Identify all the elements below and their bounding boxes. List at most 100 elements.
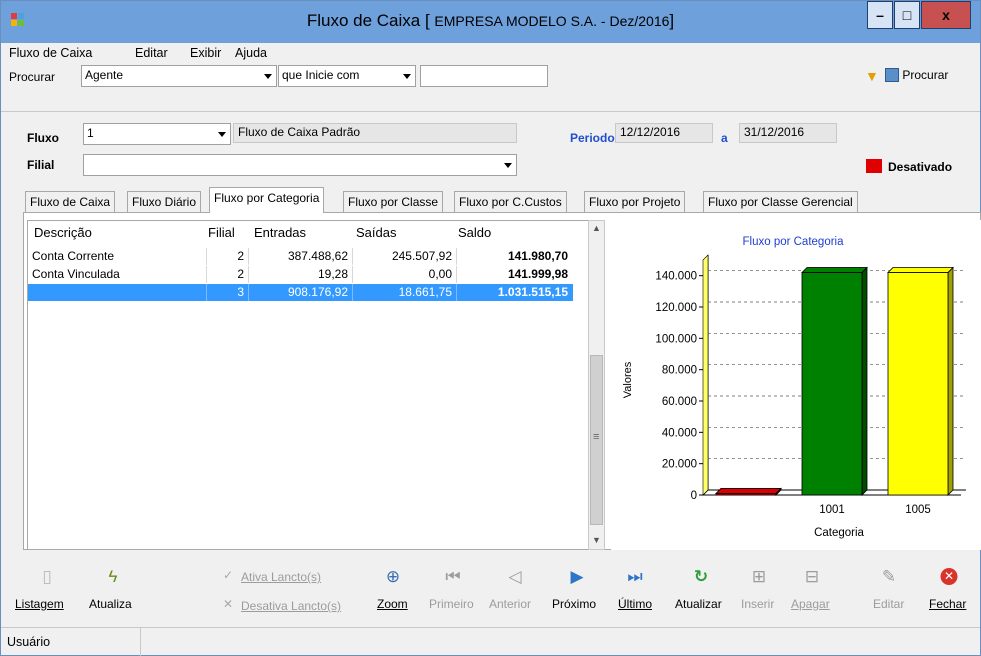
- status-indicator-icon: [866, 159, 882, 173]
- ultimo-button[interactable]: ⏭ Último: [615, 554, 655, 620]
- x-tick-label: 1005: [905, 504, 931, 516]
- bar: [887, 272, 949, 496]
- search-field-select[interactable]: Agente: [81, 65, 277, 87]
- tab-bar: Fluxo de Caixa Fluxo Diário Fluxo por Ca…: [1, 187, 980, 213]
- search-icon: [885, 67, 899, 82]
- search-input[interactable]: [420, 65, 548, 87]
- fluxo-select[interactable]: 1: [83, 123, 231, 145]
- next-icon: ▶: [570, 567, 584, 586]
- chart-left-wall: [702, 254, 709, 496]
- cell-saldo: 141.999,98: [507, 267, 568, 281]
- column-header-entradas[interactable]: Entradas: [254, 221, 306, 243]
- column-header-descricao[interactable]: Descrição: [34, 221, 92, 243]
- tab-fluxo-por-projeto[interactable]: Fluxo por Projeto: [584, 191, 686, 212]
- column-header-saldo[interactable]: Saldo: [458, 221, 491, 243]
- bar-side: [947, 266, 954, 496]
- edit-icon: ✎: [881, 567, 897, 586]
- tab-fluxo-por-ccustos[interactable]: Fluxo por C.Custos: [454, 191, 567, 212]
- status-bar: Usuário: [1, 627, 980, 656]
- bar: [801, 272, 863, 496]
- column-header-filial[interactable]: Filial: [208, 221, 235, 243]
- bar-top: [801, 267, 868, 273]
- bar-top: [715, 488, 782, 494]
- y-tick-label: 80.000: [662, 365, 697, 377]
- tab-fluxo-por-classe[interactable]: Fluxo por Classe: [343, 191, 444, 212]
- table-row[interactable]: Conta Corrente 2 387.488,62 245.507,92 1…: [28, 248, 573, 265]
- first-icon: ⏮: [445, 567, 461, 586]
- proximo-button[interactable]: ▶ Próximo: [549, 554, 605, 620]
- fluxo-name-field: Fluxo de Caixa Padrão: [233, 123, 517, 143]
- x-axis-label: Categoria: [814, 527, 864, 539]
- cell-filial: 2: [237, 249, 244, 263]
- menu-ajuda[interactable]: Ajuda: [235, 46, 267, 60]
- maximize-button[interactable]: □: [894, 1, 920, 29]
- filial-label: Filial: [27, 158, 55, 172]
- cell-entradas: 19,28: [317, 267, 348, 281]
- fluxo-label: Fluxo: [27, 131, 59, 145]
- divider: [1, 111, 980, 112]
- table-row-selected[interactable]: 3 908.176,92 18.661,75 1.031.515,15: [28, 284, 573, 301]
- scroll-grip: ≡: [593, 431, 600, 443]
- search-label: Procurar: [9, 70, 56, 84]
- minimize-button[interactable]: –: [867, 1, 893, 29]
- ativa-lancto-button[interactable]: ✓ Ativa Lancto(s): [219, 554, 339, 584]
- menu-bar: Fluxo de Caixa Editar Exibir Ajuda: [1, 43, 980, 63]
- zoom-button[interactable]: ⊕ Zoom: [373, 554, 413, 620]
- tab-fluxo-diario[interactable]: Fluxo Diário: [127, 191, 202, 212]
- filial-select[interactable]: [83, 154, 517, 176]
- desativa-lancto-button[interactable]: ✕ Desativa Lancto(s): [219, 594, 359, 620]
- menu-fluxo-de-caixa[interactable]: Fluxo de Caixa: [9, 46, 92, 60]
- vertical-scrollbar[interactable]: ▲ ≡ ▼: [588, 220, 605, 550]
- y-tick-label: 20.000: [662, 459, 697, 471]
- cell-saidas: 245.507,92: [391, 249, 452, 263]
- chevron-down-icon: [264, 74, 272, 79]
- cell-descricao: Conta Corrente: [32, 249, 115, 263]
- data-grid[interactable]: Descrição Filial Entradas Saídas Saldo C…: [27, 220, 589, 550]
- anterior-button[interactable]: ◁ Anterior: [487, 554, 543, 620]
- atualizar-button[interactable]: ↻ Atualizar: [671, 554, 731, 620]
- apagar-button[interactable]: ⊟ Apagar: [787, 554, 837, 620]
- periodo-label: Periodo: [570, 131, 615, 145]
- y-tick-label: 60.000: [662, 396, 697, 408]
- y-axis-label: Valores: [622, 361, 634, 398]
- inserir-button[interactable]: ⊞ Inserir: [737, 554, 781, 620]
- close-button[interactable]: x: [921, 1, 971, 29]
- chevron-down-icon: [504, 163, 512, 168]
- tab-fluxo-por-classe-gerencial[interactable]: Fluxo por Classe Gerencial: [703, 191, 858, 212]
- periodo-end-field[interactable]: 31/12/2016: [739, 123, 837, 143]
- main-window: Fluxo de Caixa [ EMPRESA MODELO S.A. - D…: [0, 0, 981, 656]
- menu-exibir[interactable]: Exibir: [190, 46, 221, 60]
- cell-entradas: 908.176,92: [287, 285, 348, 299]
- periodo-start-field[interactable]: 12/12/2016: [615, 123, 713, 143]
- listagem-button[interactable]: ▯ Listagem: [15, 554, 79, 620]
- tab-fluxo-de-caixa[interactable]: Fluxo de Caixa: [25, 191, 116, 212]
- lightning-icon: ϟ: [108, 567, 118, 586]
- cell-saidas: 18.661,75: [398, 285, 452, 299]
- cell-descricao: Conta Vinculada: [32, 267, 120, 281]
- table-row[interactable]: Conta Vinculada 2 19,28 0,00 141.999,98: [28, 266, 573, 283]
- tab-fluxo-por-categoria[interactable]: Fluxo por Categoria: [209, 187, 325, 213]
- scroll-up-icon[interactable]: ▲: [592, 223, 601, 233]
- column-header-saidas[interactable]: Saídas: [356, 221, 396, 243]
- atualiza-button[interactable]: ϟ Atualiza: [85, 554, 141, 620]
- check-icon: ✓: [223, 568, 234, 582]
- zoom-icon: ⊕: [385, 567, 401, 586]
- primeiro-button[interactable]: ⏮ Primeiro: [425, 554, 481, 620]
- scroll-down-icon[interactable]: ▼: [592, 535, 601, 545]
- y-tick-label: 100.000: [655, 333, 697, 345]
- filter-icon[interactable]: ▼: [865, 68, 879, 84]
- scroll-thumb[interactable]: ≡: [590, 355, 603, 525]
- action-toolbar: ▯ Listagem ϟ Atualiza ✓ Ativa Lancto(s) …: [1, 554, 980, 620]
- x-tick-label: 1001: [819, 504, 845, 516]
- editar-button[interactable]: ✎ Editar: [869, 554, 909, 620]
- y-tick-label: 120.000: [655, 302, 697, 314]
- chart-panel: Fluxo por Categoria Valores Categoria 0 2…: [611, 220, 981, 550]
- menu-editar[interactable]: Editar: [135, 46, 168, 60]
- insert-icon: ⊞: [751, 567, 767, 586]
- previous-icon: ◁: [508, 567, 522, 586]
- search-button[interactable]: Procurar: [885, 67, 948, 82]
- search-mode-select[interactable]: que Inicie com: [278, 65, 416, 87]
- fechar-button[interactable]: ✕ Fechar: [925, 554, 973, 620]
- refresh-icon: ↻: [693, 567, 709, 586]
- bar-side: [861, 266, 868, 496]
